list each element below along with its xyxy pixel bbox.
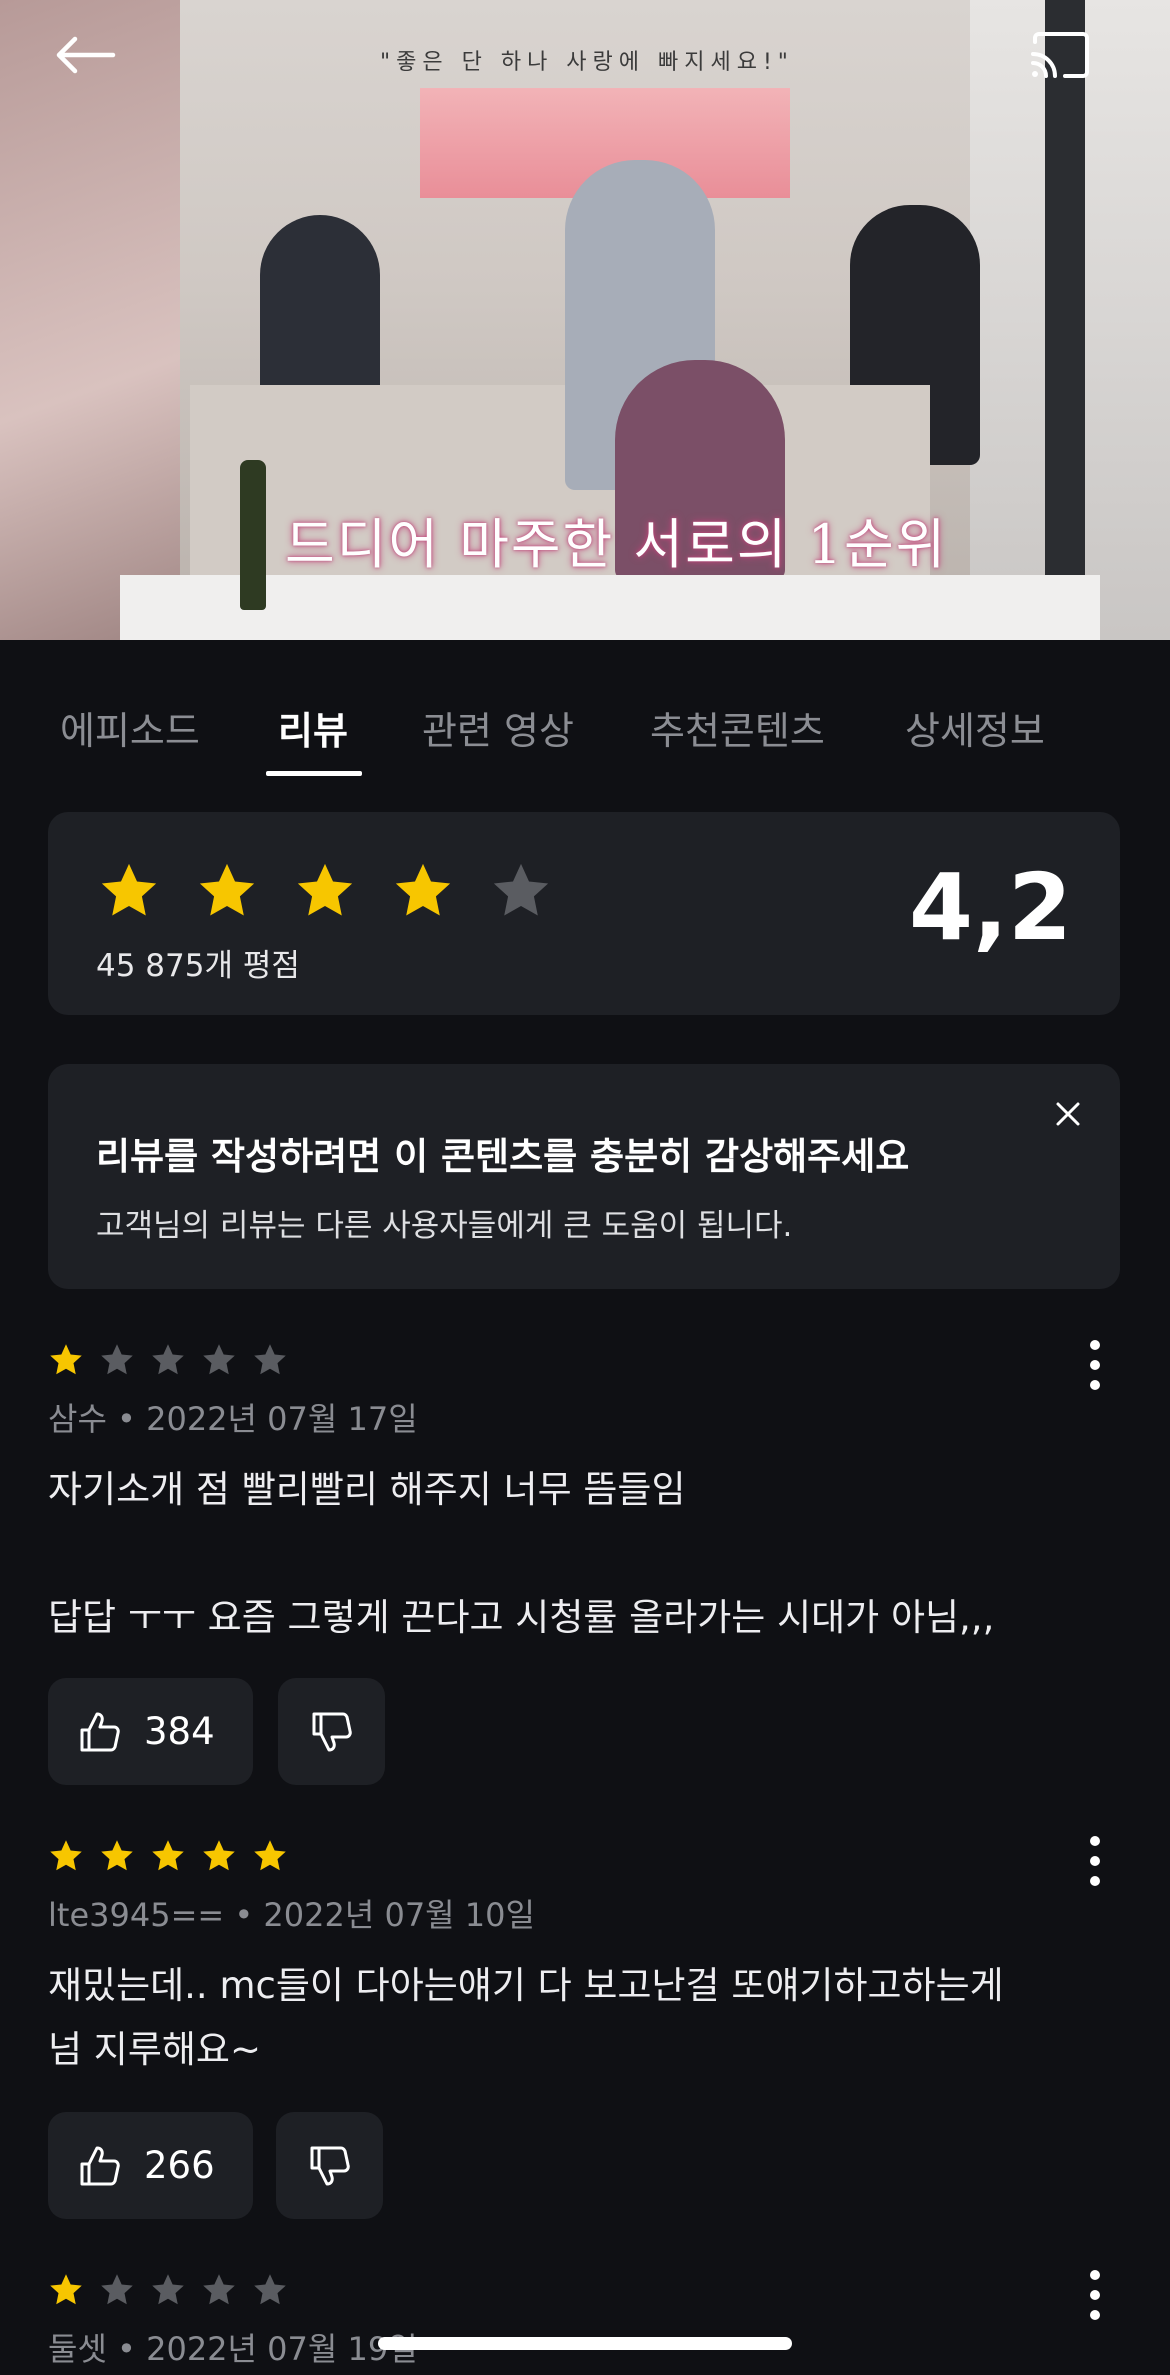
review-meta: 둘셋 • 2022년 07월 19일: [48, 2330, 418, 2368]
review-text: 자기소개 점 빨리빨리 해주지 너무 뜸들임 답답 ㅜㅜ 요즘 그렇게 끈다고 …: [48, 1468, 995, 1639]
video-scene-wall-left: [0, 0, 180, 640]
back-button[interactable]: [40, 20, 130, 90]
close-icon: [1056, 1102, 1080, 1126]
notice-title: 리뷰를 작성하려면 이 콘텐츠를 충분히 감상해주세요: [96, 1135, 910, 1178]
star-icon: [152, 1840, 184, 1871]
thumbs-down-icon: [312, 1712, 352, 1751]
video-scene-pillar: [1045, 0, 1085, 640]
notice-subtitle: 고객님의 리뷰는 다른 사용자들에게 큰 도움이 됩니다.: [96, 1208, 793, 1244]
review-stars: [48, 1838, 288, 1874]
star-icon: [203, 1840, 235, 1871]
notice-close-button[interactable]: [1038, 1084, 1098, 1144]
dislike-button[interactable]: [276, 2112, 383, 2219]
star-icon: [152, 1344, 184, 1375]
review-stars: [48, 2272, 288, 2308]
review-item: lte3945== • 2022년 07월 10일 재밌는데.. mc들이 다아…: [48, 1836, 1120, 2238]
star-icon: [297, 863, 353, 916]
tab-related-videos[interactable]: 관련 영상: [422, 680, 574, 780]
star-icon: [101, 1344, 133, 1375]
rating-summary: 45 875개 평점 4,2: [48, 812, 1120, 1015]
more-vertical-icon: [1090, 1836, 1100, 1886]
rating-count: 45 875개 평점: [96, 948, 300, 984]
star-icon: [50, 1840, 82, 1871]
rating-score: 4,2: [909, 854, 1072, 961]
star-icon: [101, 1840, 133, 1871]
video-scene-person: [260, 215, 380, 395]
review-more-button[interactable]: [1070, 1826, 1120, 1896]
review-more-button[interactable]: [1070, 2260, 1120, 2330]
star-icon: [101, 2274, 133, 2305]
video-subtitle: 드디어 마주한 서로의 1순위: [285, 513, 948, 576]
like-count: 266: [144, 2144, 215, 2187]
tab-details[interactable]: 상세정보: [905, 680, 1045, 780]
video-wall-text: "좋은 단 하나 사랑에 빠지세요!": [380, 50, 794, 75]
thumbs-up-icon: [80, 2146, 120, 2185]
video-scene-bottle: [240, 460, 266, 610]
tab-reviews[interactable]: 리뷰: [278, 680, 348, 780]
thumbs-down-icon: [310, 2146, 350, 2185]
star-icon: [493, 863, 549, 916]
cast-button[interactable]: [1015, 20, 1105, 90]
star-icon: [254, 1344, 286, 1375]
star-icon: [152, 2274, 184, 2305]
review-notice: 리뷰를 작성하려면 이 콘텐츠를 충분히 감상해주세요 고객님의 리뷰는 다른 …: [48, 1064, 1120, 1289]
content-tabs: 에피소드 리뷰 관련 영상 추천콘텐츠 상세정보: [0, 680, 1170, 780]
review-meta: 삼수 • 2022년 07월 17일: [48, 1400, 418, 1438]
tab-episodes[interactable]: 에피소드: [60, 680, 200, 780]
more-vertical-icon: [1090, 2270, 1100, 2320]
more-vertical-icon: [1090, 1340, 1100, 1390]
arrow-left-icon: [56, 36, 116, 74]
like-button[interactable]: 266: [48, 2112, 253, 2219]
rating-stars: [98, 860, 552, 922]
dislike-button[interactable]: [278, 1678, 385, 1785]
video-scene-table: [120, 575, 1100, 640]
review-meta: lte3945== • 2022년 07월 10일: [48, 1896, 535, 1934]
star-icon: [203, 2274, 235, 2305]
home-indicator[interactable]: [378, 2337, 792, 2350]
thumbs-up-icon: [80, 1712, 120, 1751]
active-tab-indicator: [266, 771, 362, 776]
review-stars: [48, 1342, 288, 1378]
review-item: 삼수 • 2022년 07월 17일 자기소개 점 빨리빨리 해주지 너무 뜸들…: [48, 1340, 1120, 1792]
star-icon: [50, 1344, 82, 1375]
review-item: 둘셋 • 2022년 07월 19일: [48, 2270, 1120, 2375]
star-icon: [254, 2274, 286, 2305]
star-icon: [199, 863, 255, 916]
star-icon: [395, 863, 451, 916]
star-icon: [50, 2274, 82, 2305]
star-icon: [254, 1840, 286, 1871]
like-button[interactable]: 384: [48, 1678, 253, 1785]
review-more-button[interactable]: [1070, 1330, 1120, 1400]
video-player[interactable]: "좋은 단 하나 사랑에 빠지세요!" 드디어 마주한 서로의 1순위: [0, 0, 1170, 640]
tab-recommended[interactable]: 추천콘텐츠: [650, 680, 825, 780]
cast-icon: [1031, 32, 1089, 78]
like-count: 384: [144, 1710, 215, 1753]
star-icon: [101, 863, 157, 916]
star-icon: [203, 1344, 235, 1375]
review-text: 재밌는데.. mc들이 다아는얘기 다 보고난걸 또얘기하고하는게 넘 지루해요…: [48, 1964, 1004, 2071]
